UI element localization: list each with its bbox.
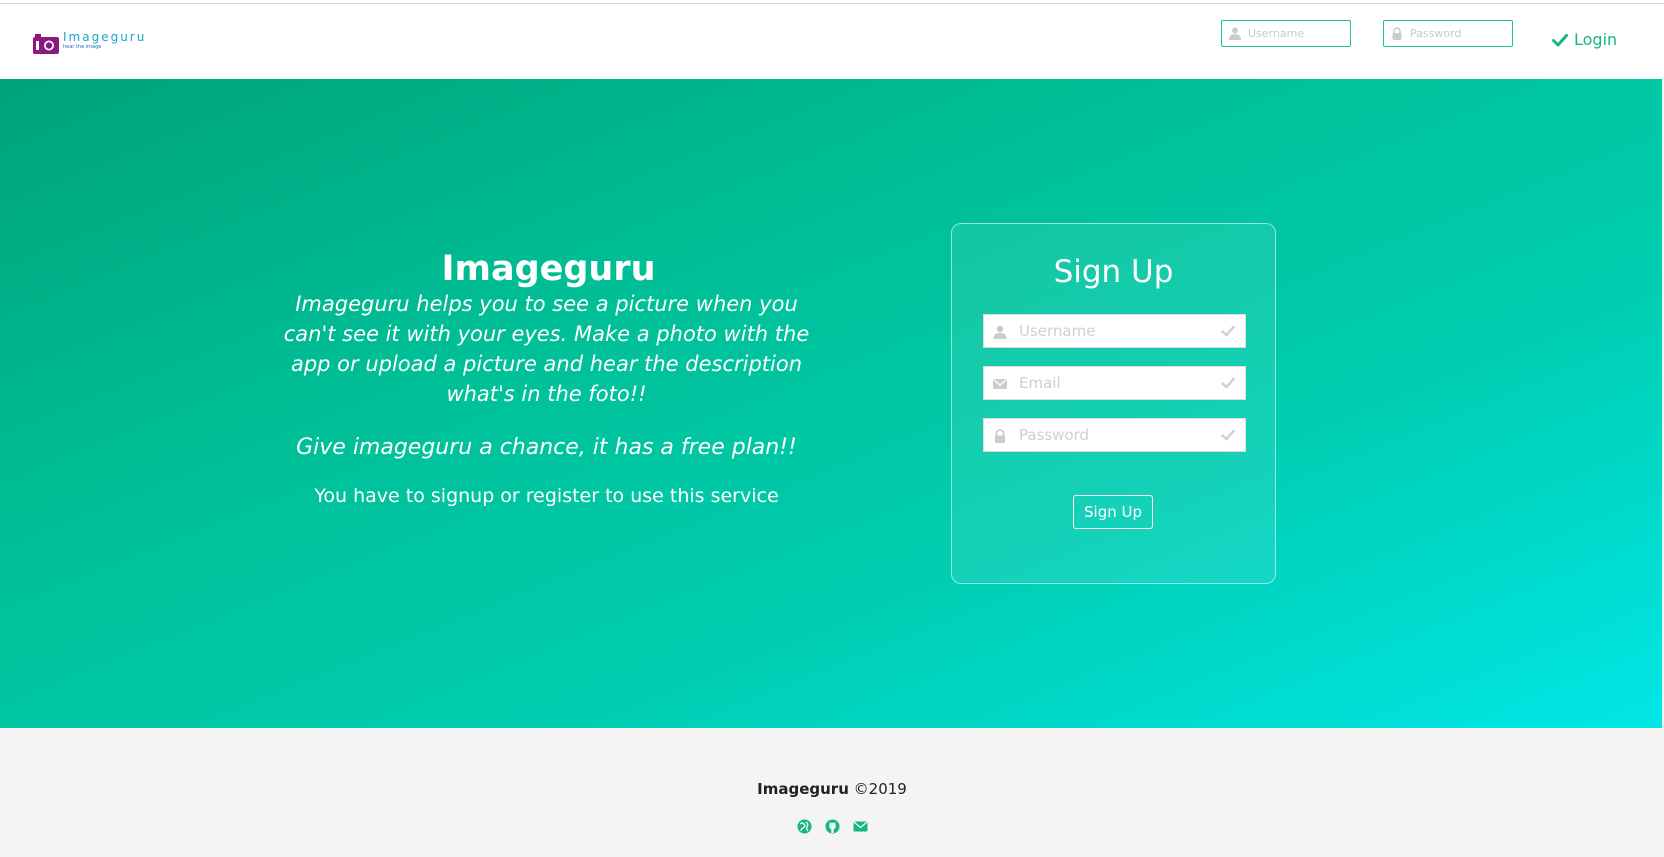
signup-password-input[interactable] <box>1019 419 1219 451</box>
hero-section: Imageguru Imageguru helps you to see a p… <box>0 79 1664 728</box>
intro-description: Imageguru helps you to see a picture whe… <box>283 292 810 406</box>
footer-year: ©2019 <box>853 780 907 798</box>
check-icon <box>1221 429 1235 441</box>
check-icon <box>1552 33 1568 46</box>
github-icon[interactable] <box>825 819 840 834</box>
brand-tagline: hear the image <box>63 44 102 50</box>
intro-title: Imageguru <box>441 249 656 289</box>
user-icon <box>1229 27 1241 40</box>
envelope-icon <box>993 379 1007 389</box>
signup-button[interactable]: Sign Up <box>1073 495 1153 529</box>
brand-name: Imageguru <box>63 30 147 44</box>
signup-password-field[interactable] <box>983 418 1246 452</box>
footer-social-links <box>0 819 1664 834</box>
footer-copyright: Imageguru ©2019 <box>0 780 1664 798</box>
nav-password-input[interactable] <box>1410 21 1510 46</box>
camera-icon <box>33 34 59 54</box>
user-icon <box>993 325 1007 339</box>
signup-title: Sign Up <box>1053 254 1174 290</box>
intro-signup-note: You have to signup or register to use th… <box>314 485 779 507</box>
check-icon <box>1221 325 1235 337</box>
lock-icon <box>1392 27 1402 40</box>
footer-brand: Imageguru <box>757 780 849 798</box>
signup-email-input[interactable] <box>1019 367 1219 399</box>
login-button[interactable]: Login <box>1552 30 1617 49</box>
brand-logo[interactable]: Imageguru hear the image <box>33 31 146 54</box>
check-icon <box>1221 377 1235 389</box>
nav-username-field[interactable] <box>1221 20 1351 47</box>
signup-username-field[interactable] <box>983 314 1246 348</box>
signup-email-field[interactable] <box>983 366 1246 400</box>
nav-username-input[interactable] <box>1248 21 1348 46</box>
envelope-icon[interactable] <box>853 819 868 834</box>
footer: Imageguru ©2019 <box>0 728 1664 857</box>
signup-username-input[interactable] <box>1019 315 1219 347</box>
lock-icon <box>995 429 1005 443</box>
signup-form: Sign Up Username Email Sign Up <box>951 223 1276 584</box>
intro-block: Imageguru Imageguru helps you to see a p… <box>283 249 810 509</box>
login-label: Login <box>1574 30 1618 49</box>
nav-password-field[interactable] <box>1383 20 1513 47</box>
globe-icon[interactable] <box>797 819 812 834</box>
navbar: Imageguru hear the image Login <box>0 4 1664 79</box>
intro-free-plan-text: Give imageguru a chance, it has a free p… <box>296 435 797 460</box>
